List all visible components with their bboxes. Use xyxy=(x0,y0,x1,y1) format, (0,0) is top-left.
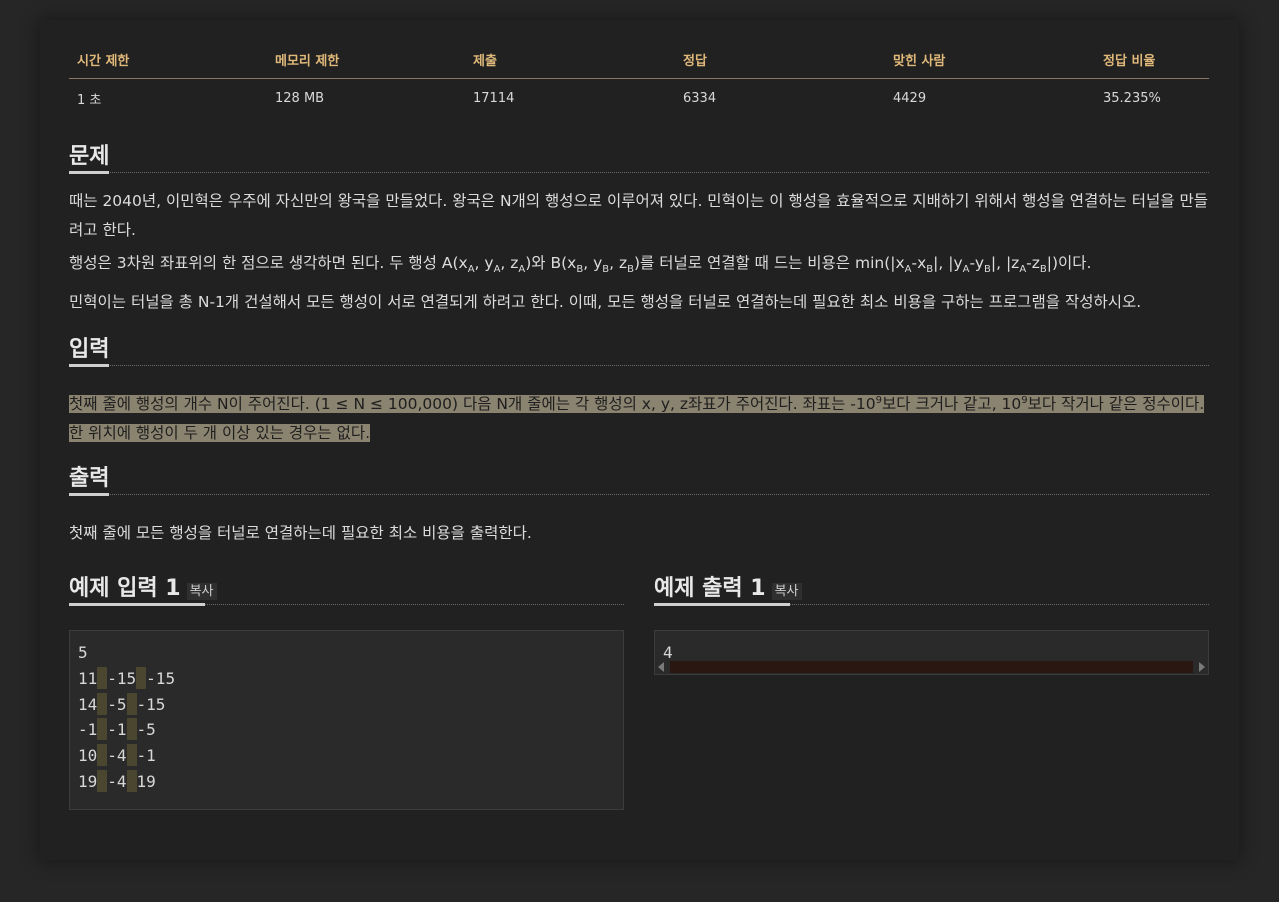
whitespace-marker xyxy=(126,769,137,792)
problem-paragraph-1: 때는 2040년, 이민혁은 우주에 자신만의 왕국을 만들었다. 왕국은 N개… xyxy=(69,192,1208,239)
problem-paragraph-3: 민혁이는 터널을 총 N-1개 건설해서 모든 행성이 서로 연결되게 하려고 … xyxy=(69,293,1142,311)
example-input-code[interactable]: 5 11 -15 -15 14 -5 -15 -1 -1 -5 10 -4 -1 19 -4 19 xyxy=(69,630,624,810)
stats-header-accepted: 정답 xyxy=(675,46,885,79)
whitespace-marker xyxy=(126,744,137,767)
input-line-1: 첫째 줄에 행성의 개수 N이 주어진다. (1 ≤ N ≤ 100,000) … xyxy=(69,394,1205,413)
output-section-header: 출력 xyxy=(69,456,1209,496)
scrollbar-track[interactable] xyxy=(670,661,1193,673)
whitespace-marker xyxy=(126,718,137,741)
horizontal-scrollbar[interactable] xyxy=(655,660,1208,674)
scroll-right-icon[interactable] xyxy=(1199,662,1205,672)
problem-page: 시간 제한 메모리 제한 제출 정답 맞힌 사람 정답 비율 1 초 128 M… xyxy=(40,20,1239,860)
example-output: 예제 출력 1 복사 4 xyxy=(654,566,1209,675)
stats-accepted: 6334 xyxy=(683,91,717,106)
input-title: 입력 xyxy=(69,337,110,362)
input-paragraph: 첫째 줄에 행성의 개수 N이 주어진다. (1 ≤ N ≤ 100,000) … xyxy=(69,390,1209,448)
input-title-underline xyxy=(69,364,109,367)
stats-table: 시간 제한 메모리 제한 제출 정답 맞힌 사람 정답 비율 1 초 128 M… xyxy=(69,46,1209,118)
whitespace-marker xyxy=(97,769,108,792)
stats-time-limit: 1 초 xyxy=(77,93,102,108)
problem-description: 때는 2040년, 이민혁은 우주에 자신만의 왕국을 만들었다. 왕국은 N개… xyxy=(69,187,1209,317)
stats-header-submissions: 제출 xyxy=(465,46,675,79)
stats-solved-users: 4429 xyxy=(893,91,927,106)
output-title-underline xyxy=(69,493,109,496)
whitespace-marker xyxy=(97,718,108,741)
whitespace-marker xyxy=(97,692,108,715)
stats-header-memory-limit: 메모리 제한 xyxy=(267,46,465,79)
whitespace-marker xyxy=(126,692,137,715)
stats-header-row: 시간 제한 메모리 제한 제출 정답 맞힌 사람 정답 비율 xyxy=(69,46,1209,79)
example-input: 예제 입력 1 복사 5 11 -15 -15 14 -5 -15 -1 -1 -5 10 -4… xyxy=(69,566,624,810)
example-output-code[interactable]: 4 xyxy=(654,630,1209,675)
problem-title: 문제 xyxy=(69,144,110,169)
stats-header-time-limit: 시간 제한 xyxy=(69,46,267,79)
scroll-left-icon[interactable] xyxy=(658,662,664,672)
problem-title-underline xyxy=(69,171,109,174)
problem-section-header: 문제 xyxy=(69,134,1209,174)
input-section-header: 입력 xyxy=(69,327,1209,367)
problem-paragraph-2: 행성은 3차원 좌표위의 한 점으로 생각하면 된다. 두 행성 A(xA, y… xyxy=(69,254,1092,276)
stats-memory-limit: 128 MB xyxy=(275,91,325,106)
stats-header-solved-users: 맞힌 사람 xyxy=(885,46,1095,79)
stats-header-ratio: 정답 비율 xyxy=(1095,46,1209,79)
problem-content: 시간 제한 메모리 제한 제출 정답 맞힌 사람 정답 비율 1 초 128 M… xyxy=(69,20,1209,816)
input-description: 첫째 줄에 행성의 개수 N이 주어진다. (1 ≤ N ≤ 100,000) … xyxy=(69,390,1209,448)
stats-value-row: 1 초 128 MB 17114 6334 4429 35.235% xyxy=(69,79,1209,119)
example-output-title-underline xyxy=(654,603,790,606)
whitespace-marker xyxy=(97,666,108,689)
whitespace-marker xyxy=(97,744,108,767)
output-title: 출력 xyxy=(69,466,110,491)
example-output-title: 예제 출력 1 xyxy=(654,576,766,601)
input-line-2: 한 위치에 행성이 두 개 이상 있는 경우는 없다. xyxy=(69,424,371,442)
example-output-header: 예제 출력 1 복사 xyxy=(654,566,1209,606)
copy-input-button[interactable]: 복사 xyxy=(186,583,217,600)
example-input-title-underline xyxy=(69,603,205,606)
stats-submissions: 17114 xyxy=(473,91,515,106)
example-input-title: 예제 입력 1 xyxy=(69,576,181,601)
example-input-header: 예제 입력 1 복사 xyxy=(69,566,624,606)
whitespace-marker xyxy=(136,666,147,689)
stats-ratio: 35.235% xyxy=(1103,91,1161,106)
copy-output-button[interactable]: 복사 xyxy=(771,583,802,600)
output-description: 첫째 줄에 모든 행성을 터널로 연결하는데 필요한 최소 비용을 출력한다. xyxy=(69,524,532,542)
examples: 예제 입력 1 복사 5 11 -15 -15 14 -5 -15 -1 -1 -5 10 -4… xyxy=(69,566,1209,816)
